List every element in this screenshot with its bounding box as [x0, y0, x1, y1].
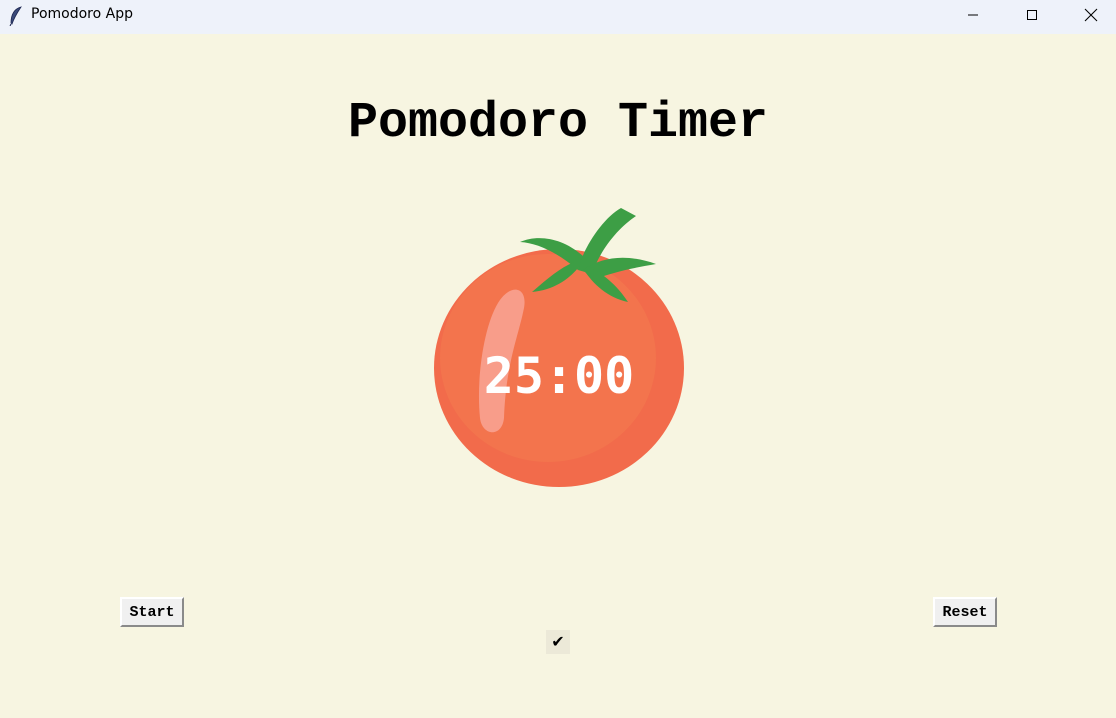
- maximize-icon: [1027, 10, 1037, 20]
- timer-display: 25:00: [483, 347, 635, 405]
- window-title: Pomodoro App: [31, 6, 133, 22]
- feather-icon: [9, 6, 22, 26]
- start-button[interactable]: Start: [120, 597, 184, 627]
- reset-button[interactable]: Reset: [933, 597, 997, 627]
- title-bar[interactable]: Pomodoro App: [0, 0, 1116, 34]
- app-window: Pomodoro App Pomodoro Timer 25:00 Start …: [0, 0, 1116, 718]
- session-checkmarks: ✔: [546, 630, 570, 654]
- maximize-button[interactable]: [1009, 0, 1055, 30]
- close-button[interactable]: [1068, 0, 1114, 30]
- minimize-icon: [968, 14, 978, 16]
- minimize-button[interactable]: [950, 0, 996, 30]
- close-icon: [1084, 8, 1098, 22]
- page-title: Pomodoro Timer: [347, 95, 769, 152]
